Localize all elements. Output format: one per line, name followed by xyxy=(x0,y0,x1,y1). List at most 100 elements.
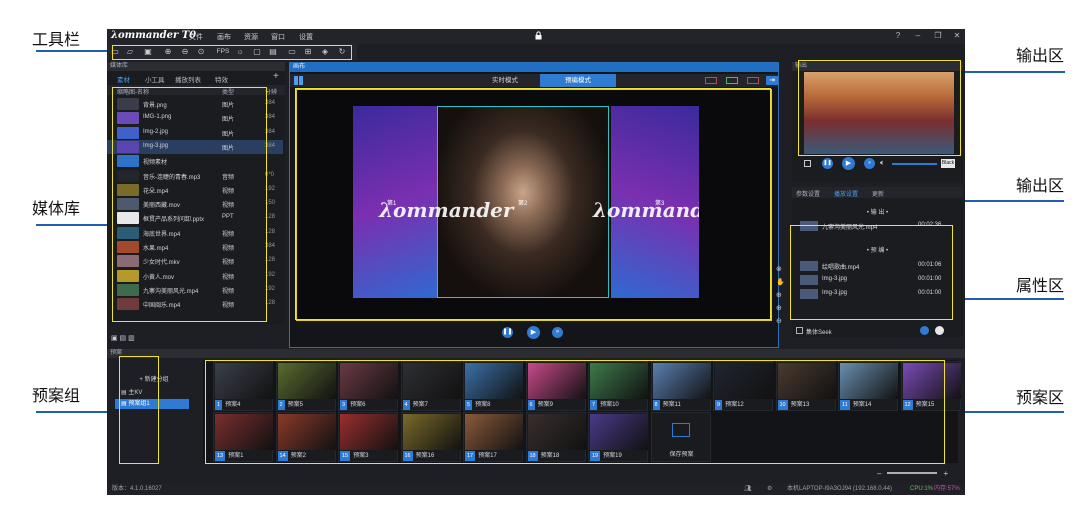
zoom-out-icon[interactable]: ⊖ xyxy=(180,47,190,57)
output-red-icon[interactable] xyxy=(705,77,717,84)
media-item[interactable]: Img-2.jpg 图片 384 xyxy=(107,126,283,140)
play-icon[interactable]: ▶ xyxy=(527,326,540,339)
volume-icon[interactable]: 🔈︎ xyxy=(880,158,885,168)
save-icon[interactable]: ▣ xyxy=(143,47,153,57)
zoom-track[interactable] xyxy=(887,472,938,474)
media-item[interactable]: 花朵.mp4 视频 192 xyxy=(107,183,283,197)
tab-widgets[interactable]: 小工具 xyxy=(145,74,165,84)
playlist-row[interactable]: 九寨沟美丽风光.mp4 00:02:36 xyxy=(800,220,950,232)
preset-card[interactable]: 12 预案15 xyxy=(900,361,961,411)
media-item[interactable]: 九寨沟美丽风光.mp4 视频 192 xyxy=(107,283,283,297)
output-preview[interactable] xyxy=(804,72,954,154)
preset-kv-item[interactable]: ▤ 主KV xyxy=(121,387,142,396)
help-icon[interactable]: ? xyxy=(893,31,903,40)
menu-settings[interactable]: 设置 xyxy=(299,32,313,42)
minimize-icon[interactable]: – xyxy=(913,31,923,40)
folder-new-icon[interactable]: ▭ xyxy=(110,47,120,57)
preset-group-1[interactable]: ▤ 预案组1 xyxy=(115,399,189,409)
preset-card[interactable]: 15 预案3 xyxy=(338,412,398,462)
refresh-icon[interactable]: ↻ xyxy=(337,47,347,57)
scene-composite[interactable]: λommander λommander 第1 第2 第3 xyxy=(353,106,699,298)
restore-icon[interactable]: ❐ xyxy=(933,31,943,40)
network-icon[interactable]: ⊞ xyxy=(303,47,313,57)
seek-mode-icon[interactable] xyxy=(920,326,929,335)
zoom-tools[interactable]: ⊗ ✋ ⊕ ⊕ ⊖ xyxy=(776,263,785,328)
media-item[interactable]: IMG-1.png 图片 384 xyxy=(107,111,283,125)
users-icon[interactable]: 👥︎ xyxy=(744,484,752,495)
playlist-row[interactable]: Img-3.jpg 00:01:00 xyxy=(800,288,950,300)
new-group-button[interactable]: + 新建分组 xyxy=(123,374,185,383)
next-icon[interactable]: » xyxy=(552,327,563,338)
output-next-icon[interactable]: » xyxy=(864,158,875,169)
layers-icon[interactable]: ◈ xyxy=(320,47,330,57)
close-icon[interactable]: ✕ xyxy=(952,31,962,40)
tab-material[interactable]: 素材 xyxy=(117,74,130,84)
output-alt-icon[interactable] xyxy=(747,77,759,84)
media-item[interactable]: 框贯产品系列问卸.pptx PPT 128 xyxy=(107,211,283,225)
preview-stage[interactable]: λommander λommander 第1 第2 第3 xyxy=(296,89,772,321)
media-item[interactable]: 海底世界.mp4 视频 128 xyxy=(107,226,283,240)
display-icon[interactable]: ▤ xyxy=(268,47,278,57)
preset-card[interactable]: 13 预案1 xyxy=(213,412,273,462)
fps-toggle[interactable]: FPS xyxy=(215,47,231,57)
media-item[interactable]: 水果.mp4 视频 384 xyxy=(107,240,283,254)
preset-card[interactable]: 7 预案10 xyxy=(588,361,648,411)
output-play-icon[interactable]: ▶ xyxy=(842,157,855,170)
black-output-icon[interactable]: Black xyxy=(941,159,955,168)
fullscreen-icon[interactable] xyxy=(804,160,811,167)
media-item[interactable]: 视频素材 xyxy=(107,154,283,168)
media-item[interactable]: 小黄人.mov 视频 192 xyxy=(107,269,283,283)
menu-file[interactable]: 文件 xyxy=(189,32,203,42)
target-icon[interactable]: ⊙ xyxy=(196,47,206,57)
playlist-row[interactable]: Img-3.jpg 00:01:00 xyxy=(800,274,950,286)
zoom-minus-icon[interactable]: – xyxy=(877,469,881,478)
seek-checkbox[interactable] xyxy=(796,327,803,334)
add-icon[interactable]: + xyxy=(273,71,279,82)
preset-card[interactable]: 11 预案14 xyxy=(838,361,898,411)
tab-effects[interactable]: 特效 xyxy=(215,74,228,84)
preset-card[interactable]: 9 预案12 xyxy=(713,361,773,411)
tab-playlist[interactable]: 播放列表 xyxy=(175,74,201,84)
preset-card[interactable]: 14 预案2 xyxy=(275,412,336,462)
preset-card[interactable]: 16 预案16 xyxy=(400,412,461,462)
media-item[interactable]: 背景.png 图片 384 xyxy=(107,97,283,111)
media-item[interactable]: 音乐-连睫的青春.mp3 音频 0*0 xyxy=(107,169,283,183)
preset-card[interactable]: 4 预案7 xyxy=(400,361,461,411)
folder-icon[interactable]: ▭ xyxy=(287,47,297,57)
preset-card[interactable]: 17 预案17 xyxy=(463,412,523,462)
media-item[interactable]: 中国闽乐.mp4 视频 128 xyxy=(107,297,283,311)
screen-icon[interactable]: ▢ xyxy=(252,47,262,57)
save-preset-button[interactable]: 保存预案 xyxy=(650,412,711,462)
tab-update[interactable]: 更新 xyxy=(872,189,884,198)
zoom-in-icon[interactable]: ⊕ xyxy=(163,47,173,57)
lock-icon[interactable] xyxy=(535,31,542,40)
preset-card[interactable]: 5 预案8 xyxy=(463,361,523,411)
preset-view-icons[interactable]: ▣ ▤ ▥ xyxy=(111,334,135,342)
seek-clock-icon[interactable] xyxy=(935,326,944,335)
menu-window[interactable]: 窗口 xyxy=(271,32,285,42)
grid-layout-icon[interactable] xyxy=(294,76,303,85)
preset-card[interactable]: 18 预案18 xyxy=(525,412,586,462)
tab-playback[interactable]: 播放设置 xyxy=(834,189,858,198)
menu-resources[interactable]: 资源 xyxy=(244,32,258,42)
settings-icon[interactable]: ☼ xyxy=(235,47,245,57)
menu-canvas[interactable]: 画布 xyxy=(217,32,231,42)
media-item[interactable]: 美丽西藏.mov 视频 150 xyxy=(107,197,283,211)
preset-zoom-slider[interactable]: – + xyxy=(877,469,957,478)
preset-card[interactable]: 6 预案9 xyxy=(525,361,586,411)
preset-card[interactable]: 1 预案4 xyxy=(213,361,273,411)
media-item[interactable]: Img-3.jpg 图片 384 xyxy=(107,139,283,154)
preset-card[interactable]: 2 预案5 xyxy=(275,361,336,411)
preview-mode-tab[interactable]: 预编模式 xyxy=(540,74,616,87)
media-item[interactable]: 少女时代.mkv 视频 128 xyxy=(107,254,283,268)
playlist-row[interactable]: 绘唱歌曲.mp4 00:01:06 xyxy=(800,260,950,272)
output-pause-icon[interactable]: ❚❚ xyxy=(822,158,833,169)
status-settings-icon[interactable]: ⚙ xyxy=(767,484,772,495)
preset-card[interactable]: 3 预案6 xyxy=(338,361,398,411)
folder-open-icon[interactable]: ▱ xyxy=(125,47,135,57)
tab-params[interactable]: 参数设置 xyxy=(796,189,820,198)
volume-slider[interactable] xyxy=(892,163,937,165)
realtime-mode-tab[interactable]: 实时模式 xyxy=(470,74,540,87)
send-output-icon[interactable]: ⇥ xyxy=(766,76,778,85)
preset-card[interactable]: 10 预案13 xyxy=(775,361,836,411)
